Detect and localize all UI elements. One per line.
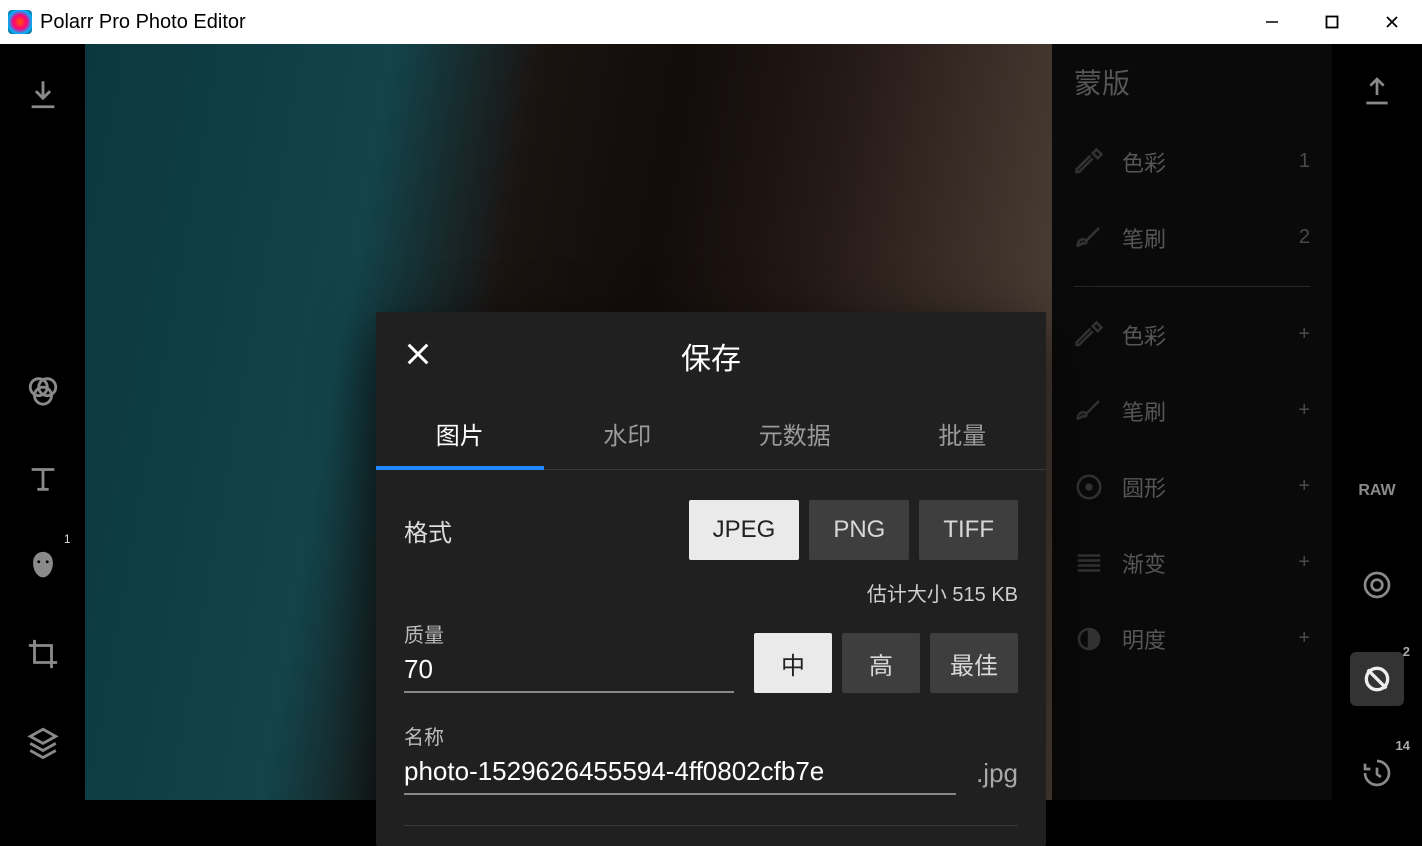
denoise-badge: 2 — [1403, 644, 1410, 659]
mask-item-label: 笔刷 — [1122, 222, 1166, 254]
mask-item-label: 笔刷 — [1122, 395, 1166, 427]
plus-icon: + — [1298, 399, 1310, 422]
app-logo-icon — [8, 10, 32, 34]
mask-item-count: 2 — [1299, 226, 1310, 249]
denoise-tool-button[interactable]: 2 — [1350, 652, 1404, 706]
raw-button[interactable]: RAW — [1350, 464, 1404, 518]
minimize-button[interactable] — [1242, 0, 1302, 44]
history-badge: 14 — [1396, 738, 1410, 753]
plus-icon: + — [1298, 475, 1310, 498]
crop-tool-button[interactable] — [13, 624, 73, 684]
mask-item-label: 明度 — [1122, 623, 1166, 655]
size-estimate: 估计大小 515 KB — [404, 578, 1018, 607]
face-tool-button[interactable]: 1 — [13, 536, 73, 596]
name-label: 名称 — [404, 721, 956, 750]
format-jpeg-button[interactable]: JPEG — [689, 500, 800, 560]
quality-label: 质量 — [404, 619, 734, 648]
layers-button[interactable] — [13, 712, 73, 772]
app-body: 1 蒙版 色彩 1 笔刷 2 色彩 + — [0, 44, 1422, 800]
mask-item-count: 1 — [1299, 150, 1310, 173]
mask-panel: 蒙版 色彩 1 笔刷 2 色彩 + 笔刷 + 圆形 + 渐变 — [1052, 44, 1332, 800]
raw-label: RAW — [1358, 482, 1395, 500]
format-tiff-button[interactable]: TIFF — [919, 500, 1018, 560]
close-button[interactable] — [1362, 0, 1422, 44]
tab-watermark[interactable]: 水印 — [544, 400, 712, 469]
brush-icon — [1074, 396, 1104, 426]
file-extension: .jpg — [976, 758, 1018, 795]
window-title: Polarr Pro Photo Editor — [40, 11, 246, 34]
tab-metadata[interactable]: 元数据 — [711, 400, 879, 469]
dialog-title: 保存 — [681, 334, 741, 378]
right-toolbar: RAW 2 14 — [1332, 44, 1422, 800]
quality-input[interactable] — [404, 652, 734, 693]
plus-icon: + — [1298, 323, 1310, 346]
mask-item-color-add[interactable]: 色彩 + — [1074, 299, 1310, 371]
format-group: JPEG PNG TIFF — [689, 500, 1018, 560]
format-label: 格式 — [404, 513, 452, 548]
face-badge: 1 — [64, 532, 71, 546]
window-titlebar: Polarr Pro Photo Editor — [0, 0, 1422, 44]
quality-preset-group: 中 高 最佳 — [754, 633, 1018, 693]
plus-icon: + — [1298, 551, 1310, 574]
swirl-tool-button[interactable] — [1350, 558, 1404, 612]
save-dialog: 保存 图片 水印 元数据 批量 格式 JPEG PNG TIFF 估计大小 51… — [376, 312, 1046, 846]
eyedropper-icon — [1074, 147, 1104, 177]
export-button[interactable] — [1350, 64, 1404, 118]
gradient-icon — [1074, 548, 1104, 578]
format-png-button[interactable]: PNG — [809, 500, 909, 560]
mask-item-color-1[interactable]: 色彩 1 — [1074, 126, 1310, 198]
text-tool-button[interactable] — [13, 448, 73, 508]
filename-input[interactable] — [404, 754, 956, 795]
dialog-tabs: 图片 水印 元数据 批量 — [376, 400, 1046, 470]
mask-item-luminance-add[interactable]: 明度 + — [1074, 603, 1310, 675]
quality-best-button[interactable]: 最佳 — [930, 633, 1018, 693]
filters-button[interactable] — [13, 360, 73, 420]
mask-item-brush-add[interactable]: 笔刷 + — [1074, 375, 1310, 447]
plus-icon: + — [1298, 627, 1310, 650]
maximize-button[interactable] — [1302, 0, 1362, 44]
quality-high-button[interactable]: 高 — [842, 633, 920, 693]
mask-panel-title: 蒙版 — [1074, 62, 1310, 102]
mask-item-label: 圆形 — [1122, 471, 1166, 503]
mask-item-label: 色彩 — [1122, 319, 1166, 351]
mask-item-gradient-add[interactable]: 渐变 + — [1074, 527, 1310, 599]
mask-item-brush-1[interactable]: 笔刷 2 — [1074, 202, 1310, 274]
luminance-icon — [1074, 624, 1104, 654]
mask-item-label: 渐变 — [1122, 547, 1166, 579]
tab-image[interactable]: 图片 — [376, 400, 544, 469]
brush-icon — [1074, 223, 1104, 253]
mask-item-label: 色彩 — [1122, 146, 1166, 178]
history-button[interactable]: 14 — [1350, 746, 1404, 800]
tab-batch[interactable]: 批量 — [879, 400, 1047, 469]
left-toolbar: 1 — [0, 44, 85, 800]
import-button[interactable] — [13, 64, 73, 124]
quality-mid-button[interactable]: 中 — [754, 633, 832, 693]
eyedropper-icon — [1074, 320, 1104, 350]
circle-icon — [1074, 472, 1104, 502]
close-dialog-button[interactable] — [404, 340, 432, 376]
mask-item-radial-add[interactable]: 圆形 + — [1074, 451, 1310, 523]
